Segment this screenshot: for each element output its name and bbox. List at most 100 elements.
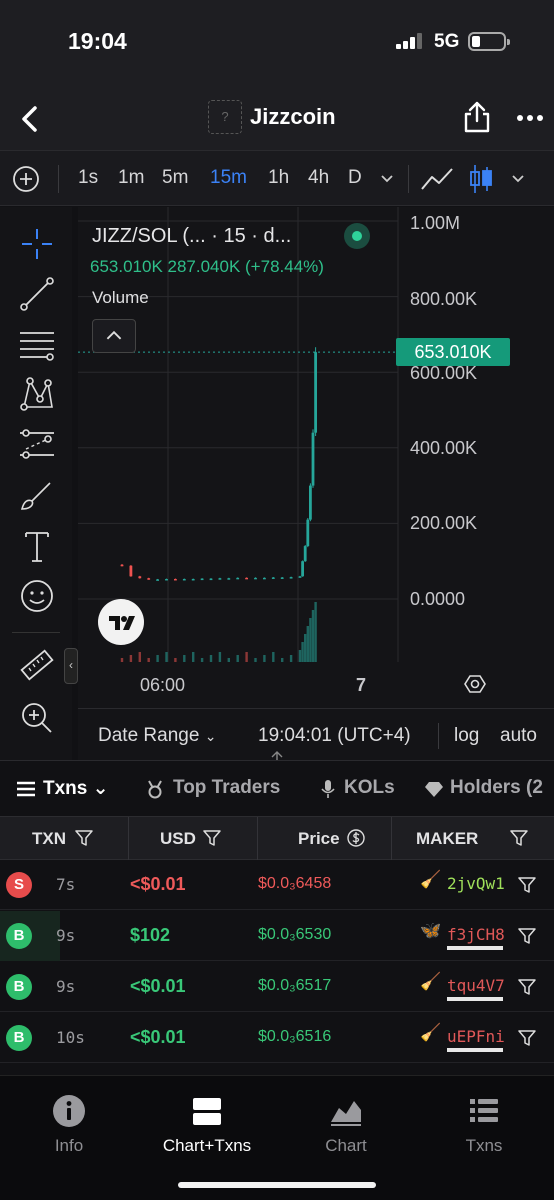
x-tick-label: 06:00 — [140, 675, 186, 695]
candle-body — [200, 578, 204, 581]
txn-table-header: TXN USD Price MAKER — [0, 816, 554, 861]
volume-bar — [183, 655, 186, 662]
timeframe-d[interactable]: D — [348, 167, 362, 189]
col-txn[interactable]: TXN — [32, 829, 66, 849]
back-icon[interactable] — [18, 104, 42, 134]
timeframe-1s[interactable]: 1s — [78, 167, 98, 189]
nav-txns[interactable]: Txns — [429, 1094, 539, 1156]
drawing-tools-panel — [0, 207, 72, 760]
share-icon[interactable] — [462, 100, 492, 134]
trend-line-icon[interactable] — [18, 275, 56, 313]
legend-values: 653.010K 287.040K (+78.44%) — [90, 257, 324, 276]
candle-chart-icon[interactable] — [468, 163, 494, 195]
tradingview-logo-icon — [98, 599, 144, 645]
table-row[interactable]: S 7s <$0.01 $0.0₃6458 🧹 2jvQw1 — [0, 860, 554, 910]
txn-usd: <$0.01 — [130, 976, 186, 996]
volume-bar — [129, 655, 133, 662]
volume-bar — [227, 658, 230, 662]
x-tick-label: 7 — [356, 675, 367, 695]
filter-icon[interactable] — [75, 829, 93, 847]
ruler-icon[interactable] — [18, 647, 56, 685]
token-logo: ? — [208, 100, 242, 134]
nav-chart[interactable]: Chart — [291, 1094, 401, 1156]
candle-body — [280, 577, 284, 579]
maker-address[interactable]: tqu4V7 — [447, 976, 505, 995]
timeframe-4h[interactable]: 4h — [308, 167, 329, 189]
auto-scale-toggle[interactable]: auto — [500, 725, 537, 747]
volume-bar — [314, 602, 317, 662]
emoji-icon[interactable] — [18, 577, 56, 615]
volume-bar — [309, 618, 312, 662]
table-row[interactable]: B 9s $102 $0.0₃6530 🦋 f3jCH8 — [0, 911, 554, 961]
maker-emoji-icon: 🦋 — [420, 921, 442, 940]
filter-maker-icon[interactable] — [518, 978, 536, 996]
volume-bar — [301, 642, 304, 662]
filter-icon[interactable] — [203, 829, 221, 847]
timeframe-15m[interactable]: 15m — [210, 167, 247, 189]
more-icon[interactable] — [517, 114, 543, 122]
volume-legend: Volume — [92, 288, 149, 307]
volume-bar — [281, 658, 284, 662]
y-tick-label: 600.00K — [410, 363, 478, 383]
maker-address[interactable]: f3jCH8 — [447, 925, 505, 944]
zoom-in-icon[interactable] — [18, 699, 56, 737]
filter-icon[interactable] — [510, 829, 528, 847]
diamond-icon — [425, 782, 443, 797]
volume-bar — [165, 652, 168, 662]
col-usd[interactable]: USD — [160, 829, 196, 849]
tab-txns[interactable]: Txns ⌄ — [43, 777, 109, 800]
timeframe-1m[interactable]: 1m — [118, 167, 144, 189]
network-label: 5G — [434, 31, 460, 52]
nav-chart-txns[interactable]: Chart+Txns — [152, 1094, 262, 1156]
table-row[interactable]: B 9s <$0.01 $0.0₃6517 🧹 tqu4V7 — [0, 962, 554, 1012]
txn-price: $0.0₃6530 — [258, 926, 332, 943]
table-row[interactable]: B 10s <$0.01 $0.0₃6516 🧹 uEPFni — [0, 1013, 554, 1063]
forecast-icon[interactable] — [18, 425, 56, 463]
candle-body — [191, 578, 195, 581]
candlestick-chart[interactable] — [78, 207, 554, 708]
price-chart[interactable]: JIZZ/SOL (... · 15 · d... 653.010K 287.0… — [78, 207, 554, 760]
text-tool-icon[interactable] — [18, 527, 56, 565]
filter-maker-icon[interactable] — [518, 1029, 536, 1047]
pattern-icon[interactable] — [18, 375, 56, 413]
candle-body — [129, 565, 133, 577]
candle-body — [245, 577, 248, 580]
col-maker[interactable]: MAKER — [416, 829, 478, 849]
filter-maker-icon[interactable] — [518, 927, 536, 945]
split-view-icon — [193, 1098, 221, 1125]
volume-bar — [138, 652, 141, 662]
info-icon — [53, 1095, 85, 1127]
nav-info[interactable]: Info — [14, 1094, 124, 1156]
crosshair-icon[interactable] — [18, 225, 56, 263]
candle-body — [311, 432, 315, 486]
chart-type-dropdown-icon[interactable] — [511, 173, 525, 183]
maker-address[interactable]: uEPFni — [447, 1027, 505, 1046]
tab-kols[interactable]: KOLs — [344, 777, 395, 799]
maker-address[interactable]: 2jvQw1 — [447, 874, 505, 893]
currency-toggle-icon[interactable] — [347, 829, 365, 847]
date-range-button[interactable]: Date Range ⌄ — [98, 725, 216, 747]
timeframe-dropdown-icon[interactable] — [380, 173, 394, 183]
chart-footer: Date Range ⌄ 19:04:01 (UTC+4) log auto — [78, 708, 554, 760]
volume-bar — [192, 652, 195, 662]
brush-icon[interactable] — [18, 477, 56, 515]
maker-emoji-icon: 🧹 — [420, 870, 442, 889]
collapse-toolbar-button[interactable]: ‹ — [64, 648, 78, 684]
tab-holders[interactable]: Holders (2 — [450, 777, 543, 799]
chevron-down-icon: ⌄ — [92, 778, 109, 799]
log-scale-toggle[interactable]: log — [454, 725, 479, 747]
chart-clock: 19:04:01 (UTC+4) — [258, 725, 411, 746]
fib-retracement-icon[interactable] — [18, 325, 56, 363]
line-chart-icon[interactable] — [420, 165, 454, 193]
filter-maker-icon[interactable] — [518, 876, 536, 894]
chart-settings-icon[interactable] — [464, 673, 486, 695]
col-price[interactable]: Price — [298, 829, 340, 849]
maker-label-bar — [447, 946, 503, 950]
legend-collapse-button[interactable] — [92, 319, 136, 353]
candle-body — [218, 578, 222, 580]
timeframe-1h[interactable]: 1h — [268, 167, 289, 189]
tab-top-traders[interactable]: Top Traders — [173, 777, 280, 799]
timeframe-5m[interactable]: 5m — [162, 167, 188, 189]
add-indicator-icon[interactable] — [12, 165, 40, 193]
volume-bar — [120, 658, 124, 662]
